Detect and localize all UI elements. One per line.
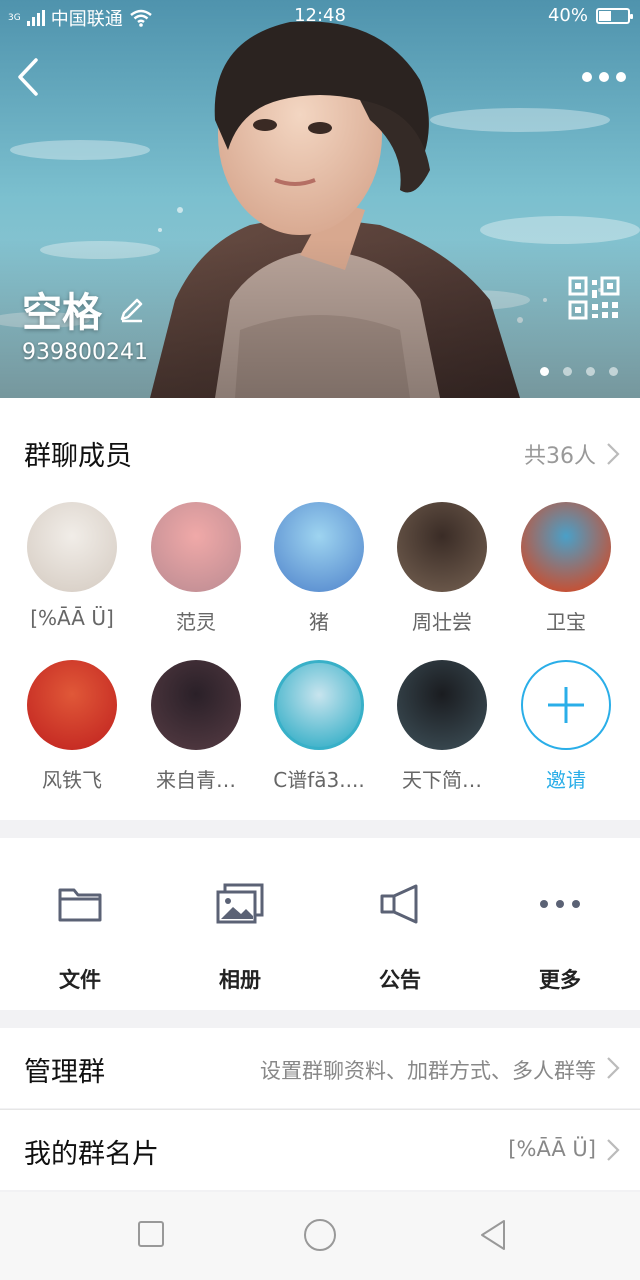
- member-name: 风铁飞: [42, 768, 102, 792]
- members-count-link[interactable]: 共36人: [524, 438, 620, 470]
- invite-circle: [521, 660, 611, 750]
- more-options-button[interactable]: [582, 62, 626, 92]
- chevron-right-icon: [607, 1139, 620, 1161]
- member-item[interactable]: 猪: [259, 502, 379, 635]
- page-dot: [540, 367, 549, 376]
- member-name: [%ĀĀ Ü]: [30, 606, 114, 630]
- member-item[interactable]: 周壮尝: [382, 502, 502, 635]
- member-name: 猪: [309, 610, 329, 634]
- tool-label: 文件: [59, 968, 101, 992]
- member-name: 周壮尝: [412, 610, 472, 634]
- battery-level: [599, 10, 611, 21]
- page-dot: [609, 367, 618, 376]
- back-triangle-icon[interactable]: [478, 1218, 508, 1252]
- tool-more[interactable]: 更多: [500, 878, 620, 994]
- member-avatar: [521, 502, 611, 592]
- member-name: C谱fă3....: [273, 768, 365, 792]
- member-item[interactable]: 天下简…: [382, 660, 502, 793]
- dot: [599, 72, 609, 82]
- invite-label: 邀请: [546, 768, 586, 792]
- member-name: 范灵: [176, 610, 216, 634]
- status-bar: 3G 中国联通 12:48 40%: [0, 0, 640, 32]
- group-id: 939800241: [22, 340, 148, 365]
- clock: 12:48: [294, 5, 346, 26]
- system-navigation-bar: [0, 1192, 640, 1280]
- members-count: 共36人: [524, 444, 596, 469]
- member-item[interactable]: [%ĀĀ Ü]: [12, 502, 132, 630]
- group-tools-section: 文件 相册 公告 更多: [0, 838, 640, 1010]
- member-item[interactable]: 范灵: [136, 502, 256, 635]
- member-item[interactable]: C谱fă3....: [259, 660, 379, 793]
- group-name: 空格: [22, 290, 102, 336]
- page-dot: [586, 367, 595, 376]
- tool-album[interactable]: 相册: [180, 878, 300, 994]
- invite-button[interactable]: 邀请: [506, 660, 626, 793]
- cover-page-indicator: [540, 367, 618, 376]
- tool-files[interactable]: 文件: [20, 878, 140, 994]
- chevron-right-icon: [607, 443, 620, 465]
- member-name: 天下简…: [402, 768, 482, 792]
- tool-label: 相册: [219, 968, 261, 992]
- member-avatar: [274, 502, 364, 592]
- manage-group-label: 管理群: [24, 1057, 105, 1088]
- my-group-card-row[interactable]: 我的群名片 [%ĀĀ Ü]: [0, 1110, 640, 1190]
- member-avatar: [27, 502, 117, 592]
- dot: [582, 72, 592, 82]
- edit-pencil-icon[interactable]: [118, 295, 146, 323]
- member-avatar: [397, 660, 487, 750]
- battery-percent: 40%: [547, 5, 588, 26]
- plus-icon: [548, 687, 584, 723]
- tool-label: 更多: [539, 968, 581, 992]
- back-arrow-icon[interactable]: [10, 52, 50, 102]
- manage-group-row[interactable]: 管理群 设置群聊资料、加群方式、多人群等: [0, 1028, 640, 1108]
- home-circle-icon[interactable]: [303, 1218, 337, 1252]
- member-avatar: [27, 660, 117, 750]
- members-section: 群聊成员 共36人 [%ĀĀ Ü] 范灵 猪 周壮尝 卫宝 风铁飞 来自青… C…: [0, 398, 640, 820]
- member-avatar: [274, 660, 364, 750]
- member-avatar: [151, 660, 241, 750]
- qr-code-icon[interactable]: [568, 276, 620, 320]
- more-dots-icon: [540, 900, 580, 908]
- member-avatar: [397, 502, 487, 592]
- dot: [616, 72, 626, 82]
- manage-group-value: 设置群聊资料、加群方式、多人群等: [260, 1059, 596, 1083]
- member-name: 卫宝: [546, 610, 586, 634]
- tool-announcement[interactable]: 公告: [340, 878, 460, 994]
- megaphone-icon: [380, 884, 418, 924]
- group-cover-photo[interactable]: 3G 中国联通 12:48 40% 空格 939800241: [0, 0, 640, 398]
- my-group-card-value: [%ĀĀ Ü]: [508, 1137, 596, 1161]
- members-title: 群聊成员: [24, 441, 132, 472]
- chevron-right-icon: [607, 1057, 620, 1079]
- member-item[interactable]: 来自青…: [136, 660, 256, 793]
- my-group-card-label: 我的群名片: [24, 1139, 159, 1170]
- member-avatar: [151, 502, 241, 592]
- folder-icon: [58, 888, 102, 922]
- member-item[interactable]: 卫宝: [506, 502, 626, 635]
- recent-apps-square-icon[interactable]: [137, 1220, 165, 1248]
- page-dot: [563, 367, 572, 376]
- battery-icon: [596, 7, 633, 24]
- member-name: 来自青…: [156, 768, 236, 792]
- photo-album-icon: [216, 883, 264, 924]
- member-item[interactable]: 风铁飞: [12, 660, 132, 793]
- tool-label: 公告: [379, 968, 421, 992]
- cover-image: [0, 0, 640, 398]
